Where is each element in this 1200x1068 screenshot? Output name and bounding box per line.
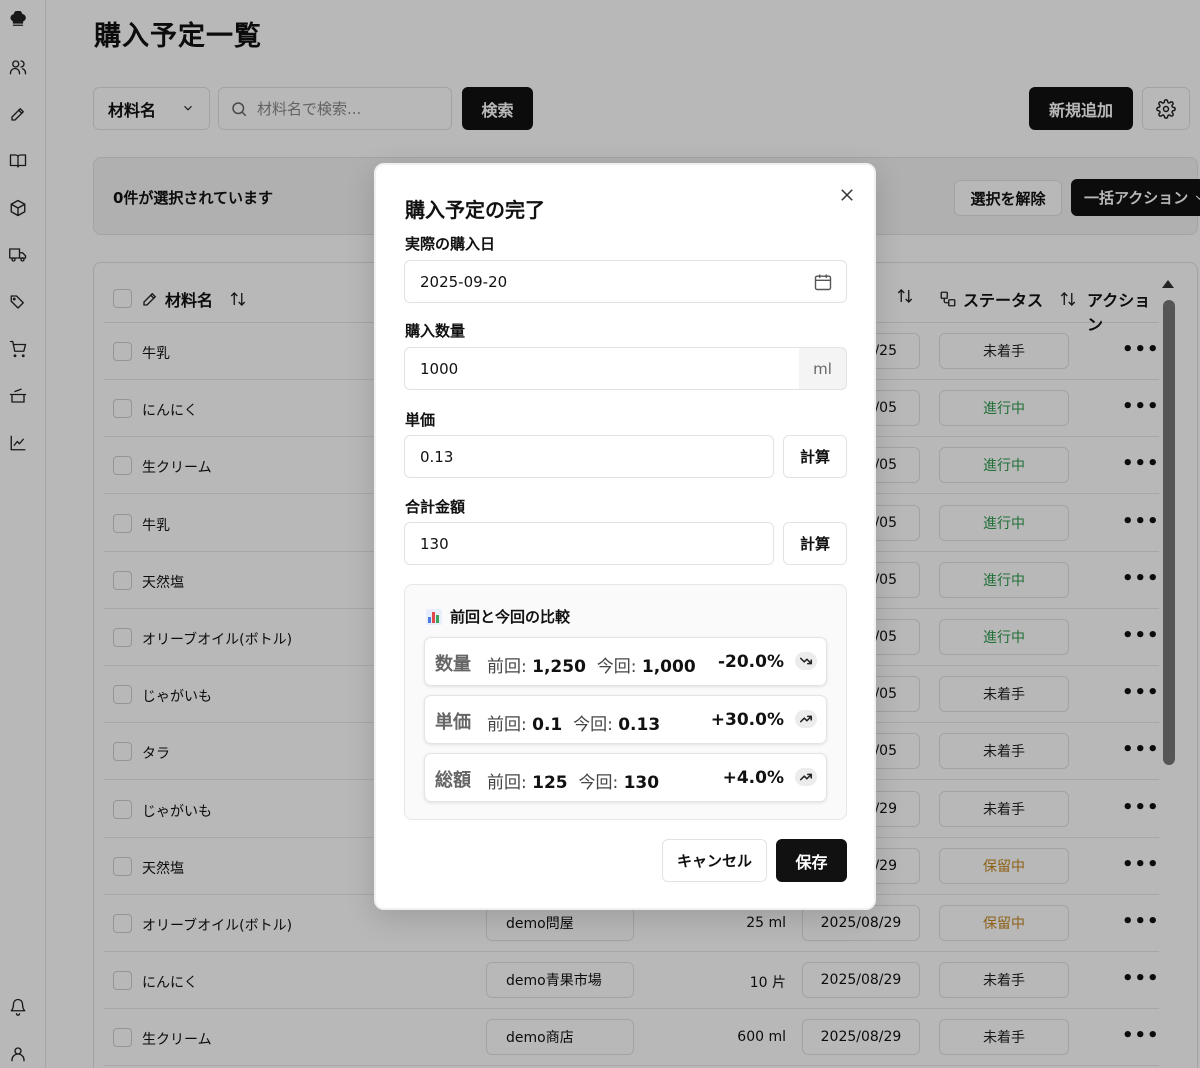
curr-value: 1,000 [641,657,696,677]
calendar-icon[interactable] [813,272,833,292]
quantity-label: 購入数量 [405,322,466,340]
comparison-row: 数量 前回: 1,250 今回: 1,000 -20.0% [424,637,827,686]
bar-chart-icon [426,608,442,625]
comparison-row: 総額 前回: 125 今回: 130 +4.0% [424,753,827,802]
close-icon [841,189,853,201]
comparison-key: 数量 [435,654,471,675]
dialog-title: 購入予定の完了 [405,198,545,222]
trend-down-icon [795,652,817,670]
comparison-title-text: 前回と今回の比較 [450,608,571,626]
unit-price-label: 単価 [405,411,436,429]
change-percent: +4.0% [722,768,784,788]
calc-total-button[interactable]: 計算 [783,522,847,565]
curr-value: 130 [623,773,660,793]
prev-value: 0.1 [532,715,563,735]
prev-label: 前回: [487,657,527,677]
prev-value: 125 [532,773,568,793]
unit-price-input[interactable]: 0.13 [404,435,774,478]
quantity-input[interactable]: 1000 [404,347,800,390]
comparison-title: 前回と今回の比較 [426,606,570,627]
prev-value: 1,250 [532,657,586,677]
purchase-date-input[interactable]: 2025-09-20 [404,260,847,303]
curr-label: 今回: [596,657,637,677]
change-percent: +30.0% [710,710,784,730]
total-label: 合計金額 [405,498,466,516]
comparison-key: 単価 [435,712,471,733]
comparison-values: 前回: 0.1 今回: 0.13 [487,710,660,735]
curr-value: 0.13 [618,715,661,735]
close-button[interactable] [838,186,856,204]
total-input[interactable]: 130 [404,522,774,565]
comparison-key: 総額 [435,770,471,791]
quantity-unit: ml [799,347,847,390]
trend-up-icon [795,768,817,786]
comparison-values: 前回: 1,250 今回: 1,000 [487,652,696,677]
comparison-values: 前回: 125 今回: 130 [487,768,659,793]
prev-label: 前回: [487,773,527,793]
save-button[interactable]: 保存 [776,839,847,882]
trend-up-icon [795,710,817,728]
total-value: 130 [420,534,449,553]
purchase-date-label: 実際の購入日 [405,235,496,253]
comparison-row: 単価 前回: 0.1 今回: 0.13 +30.0% [424,695,827,744]
curr-label: 今回: [573,715,613,735]
cancel-button[interactable]: キャンセル [662,839,767,882]
quantity-value: 1000 [420,359,459,378]
curr-label: 今回: [578,773,619,793]
unit-price-value: 0.13 [420,447,454,466]
calc-unit-price-button[interactable]: 計算 [783,435,847,478]
prev-label: 前回: [487,715,527,735]
purchase-date-value: 2025-09-20 [420,272,508,291]
change-percent: -20.0% [717,652,784,672]
complete-purchase-dialog: 購入予定の完了 実際の購入日 2025-09-20 購入数量 1000 ml 単… [374,163,876,910]
comparison-panel: 前回と今回の比較 数量 前回: 1,250 今回: 1,000 -20.0% 単価 前回… [404,584,847,820]
